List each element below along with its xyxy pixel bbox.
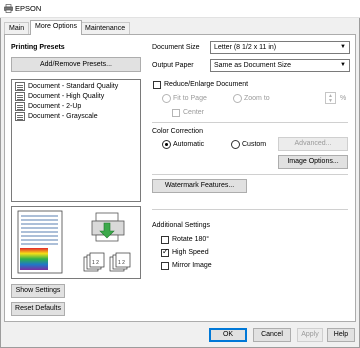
divider: [152, 174, 348, 175]
tab-maintenance[interactable]: Maintenance: [80, 22, 131, 34]
rotate-180-checkbox[interactable]: [161, 236, 169, 244]
zoom-percent-stepper[interactable]: ▲ ▼: [325, 92, 336, 104]
chevron-down-icon: ▼: [328, 98, 333, 104]
presets-list[interactable]: Document - Standard Quality Document - H…: [11, 79, 141, 202]
reset-defaults-button[interactable]: Reset Defaults: [11, 302, 65, 316]
show-settings-button[interactable]: Show Settings: [11, 284, 65, 298]
high-speed-checkbox[interactable]: ✓: [161, 247, 169, 257]
apply-button[interactable]: Apply: [297, 328, 323, 342]
preset-label: Document - High Quality: [28, 93, 105, 100]
output-paper-select[interactable]: Same as Document Size ▼: [210, 59, 350, 72]
reduce-enlarge-label: Reduce/Enlarge Document: [164, 81, 249, 88]
additional-settings-heading: Additional Settings: [152, 222, 210, 229]
divider: [152, 122, 348, 123]
ok-button[interactable]: OK: [209, 328, 247, 342]
zoom-to-label: Zoom to: [244, 95, 270, 102]
chevron-down-icon: ▼: [340, 62, 346, 68]
svg-text:1 2: 1 2: [118, 260, 125, 266]
automatic-radio[interactable]: [162, 140, 171, 149]
printing-presets-heading: Printing Presets: [11, 44, 65, 51]
document-icon: [15, 82, 25, 91]
preset-label: Document - Grayscale: [28, 113, 98, 120]
image-options-button[interactable]: Image Options...: [278, 155, 348, 169]
zoom-to-radio[interactable]: [233, 94, 242, 103]
window-title: EPSON: [15, 4, 42, 13]
add-remove-presets-button[interactable]: Add/Remove Presets...: [11, 57, 141, 72]
chevron-down-icon: ▼: [340, 44, 346, 50]
rotate-180-label: Rotate 180°: [172, 236, 210, 243]
output-paper-label: Output Paper: [152, 62, 194, 69]
color-correction-heading: Color Correction: [152, 128, 203, 135]
preview-illustration-icon: 1 2 1 2: [17, 210, 131, 274]
printer-icon: [4, 4, 13, 13]
center-checkbox[interactable]: [172, 109, 180, 117]
tab-more-options[interactable]: More Options: [30, 20, 83, 35]
document-size-select[interactable]: Letter (8 1/2 x 11 in) ▼: [210, 41, 350, 54]
fit-to-page-radio[interactable]: [162, 94, 171, 103]
percent-unit: %: [340, 95, 347, 102]
checkmark-icon: ✓: [162, 247, 169, 256]
custom-radio[interactable]: [231, 140, 240, 149]
watermark-features-button[interactable]: Watermark Features...: [152, 179, 247, 193]
document-icon: [15, 112, 25, 121]
advanced-button[interactable]: Advanced...: [278, 137, 348, 151]
mirror-image-label: Mirror Image: [172, 262, 212, 269]
document-icon: [15, 102, 25, 111]
automatic-label: Automatic: [173, 141, 205, 148]
tab-main[interactable]: Main: [4, 22, 30, 34]
fit-to-page-label: Fit to Page: [173, 95, 207, 102]
document-icon: [15, 92, 25, 101]
high-speed-label: High Speed: [172, 249, 209, 256]
print-preview: 1 2 1 2: [11, 206, 141, 279]
preset-label: Document - Standard Quality: [28, 83, 119, 90]
center-label: Center: [183, 109, 205, 116]
output-paper-value: Same as Document Size: [214, 62, 292, 69]
title-bar: [0, 0, 360, 18]
custom-label: Custom: [242, 141, 267, 148]
svg-text:1 2: 1 2: [92, 260, 99, 266]
help-button[interactable]: Help: [327, 328, 355, 342]
divider: [152, 209, 348, 210]
cancel-button[interactable]: Cancel: [253, 328, 291, 342]
document-size-value: Letter (8 1/2 x 11 in): [214, 44, 277, 51]
mirror-image-checkbox[interactable]: [161, 262, 169, 270]
preset-label: Document - 2-Up: [28, 103, 82, 110]
document-size-label: Document Size: [152, 44, 200, 51]
reduce-enlarge-checkbox[interactable]: [153, 81, 161, 89]
